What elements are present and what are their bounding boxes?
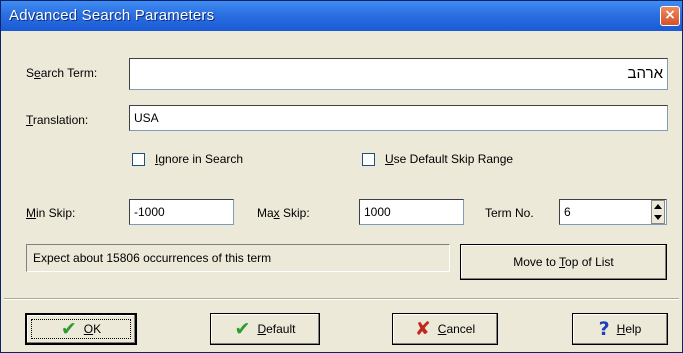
term-no-spinner[interactable] bbox=[651, 200, 665, 224]
ignore-in-search-label: Ignore in Search bbox=[155, 152, 244, 166]
ignore-in-search-option[interactable]: Ignore in Search bbox=[132, 152, 243, 166]
checkmark-icon: ✔ bbox=[234, 317, 251, 340]
focus-rectangle bbox=[31, 319, 131, 339]
advanced-search-dialog: Advanced Search Parameters × Search Term… bbox=[0, 0, 683, 353]
checkmark-icon: ✔ bbox=[60, 317, 77, 340]
search-term-label: Search Term: bbox=[26, 66, 98, 80]
spin-down-icon[interactable] bbox=[654, 215, 662, 220]
max-skip-input[interactable]: 1000 bbox=[359, 199, 464, 225]
default-label: Default bbox=[257, 322, 296, 336]
close-icon: × bbox=[664, 7, 676, 23]
move-to-top-label: Move to Top of List bbox=[513, 255, 614, 269]
cancel-label: Cancel bbox=[437, 322, 476, 336]
min-skip-label: Min Skip: bbox=[26, 206, 76, 220]
ok-button[interactable]: ✔ OK bbox=[25, 313, 137, 345]
close-button[interactable]: × bbox=[660, 6, 680, 26]
move-to-top-of-list-button[interactable]: Move to Top of List bbox=[460, 244, 667, 280]
title-bar[interactable]: Advanced Search Parameters × bbox=[1, 1, 682, 31]
translation-label: Translation: bbox=[26, 113, 89, 127]
use-default-skip-range-option[interactable]: Use Default Skip Range bbox=[362, 152, 513, 166]
help-label: Help bbox=[616, 322, 642, 336]
use-default-skip-range-checkbox[interactable] bbox=[362, 152, 375, 166]
translation-input[interactable]: USA bbox=[129, 105, 668, 131]
help-button[interactable]: ? Help bbox=[572, 313, 668, 345]
x-mark-icon: ✘ bbox=[414, 317, 431, 340]
term-no-label: Term No. bbox=[485, 206, 534, 220]
ok-label: OK bbox=[83, 322, 102, 336]
min-skip-input[interactable]: -1000 bbox=[129, 199, 234, 225]
occurrence-status-text: Expect about 15806 occurrences of this t… bbox=[26, 244, 450, 272]
spin-up-icon[interactable] bbox=[654, 204, 662, 209]
use-default-skip-range-label: Use Default Skip Range bbox=[385, 152, 514, 166]
default-button[interactable]: ✔ Default bbox=[210, 313, 320, 345]
dialog-title: Advanced Search Parameters bbox=[9, 7, 215, 24]
ignore-in-search-checkbox[interactable] bbox=[132, 152, 145, 166]
question-mark-icon: ? bbox=[598, 317, 610, 340]
search-term-input[interactable]: ארהב bbox=[129, 58, 668, 90]
button-separator bbox=[4, 298, 679, 300]
max-skip-label: Max Skip: bbox=[257, 206, 310, 220]
cancel-button[interactable]: ✘ Cancel bbox=[392, 313, 498, 345]
